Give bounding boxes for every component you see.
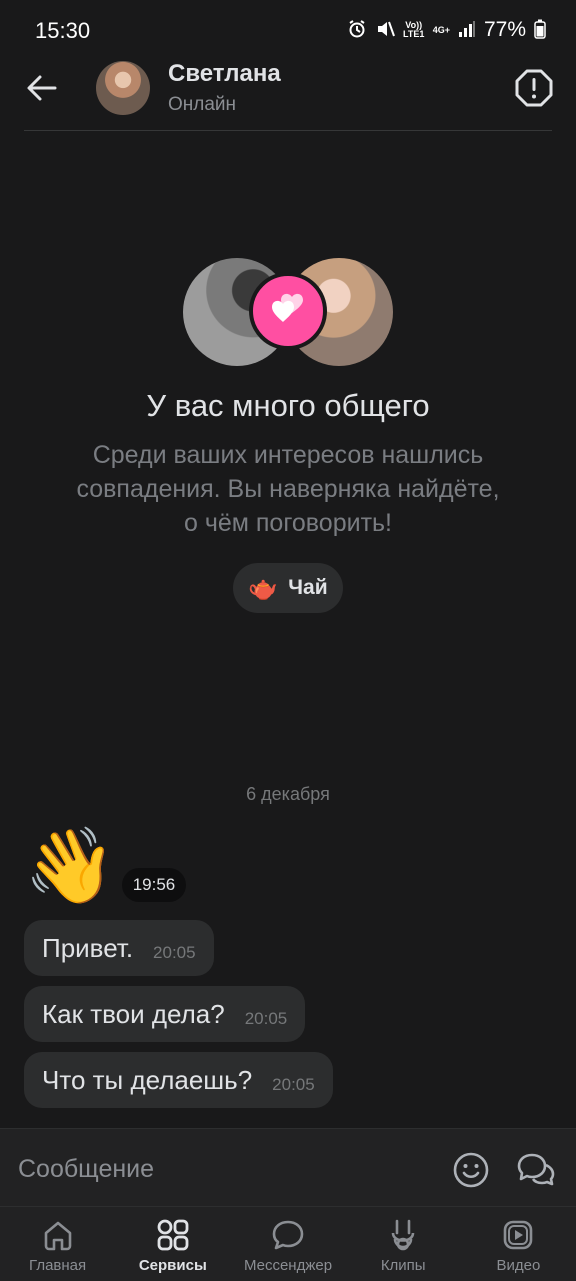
signal-icon <box>458 20 476 41</box>
services-icon <box>157 1219 189 1251</box>
message-time: 20:05 <box>244 1009 288 1028</box>
hearts-icon <box>249 272 327 350</box>
interest-chip-tea[interactable]: 🫖 Чай <box>233 563 343 613</box>
chat-bubbles-icon <box>517 1153 555 1186</box>
mute-icon <box>375 19 395 42</box>
tab-label: Клипы <box>380 1257 426 1274</box>
tab-label: Видео <box>496 1257 541 1274</box>
video-icon <box>504 1220 533 1250</box>
emoji-button[interactable] <box>452 1151 490 1189</box>
tab-messenger[interactable]: Мессенджер <box>230 1207 345 1281</box>
report-button[interactable] <box>514 68 554 108</box>
tab-video[interactable]: Видео <box>461 1207 576 1281</box>
message-text: Что ты делаешь? <box>42 1064 253 1095</box>
conversation-button[interactable] <box>516 1151 556 1189</box>
contact-avatar[interactable] <box>96 61 150 115</box>
date-separator: 6 декабря <box>246 784 330 804</box>
message-bubble[interactable]: Что ты делаешь? 20:05 <box>24 1052 333 1108</box>
status-time: 15:30 <box>35 18 91 43</box>
composer <box>0 1128 576 1207</box>
battery-icon <box>534 19 546 42</box>
alarm-icon <box>347 19 367 42</box>
header-divider <box>24 130 552 131</box>
tab-label: Сервисы <box>138 1257 207 1274</box>
tab-label: Мессенджер <box>243 1257 333 1274</box>
tab-services[interactable]: Сервисы <box>115 1207 230 1281</box>
messenger-icon <box>272 1220 304 1250</box>
sticker-time: 19:56 <box>122 868 186 902</box>
warning-octagon-icon <box>515 69 553 107</box>
battery-percent: 77% <box>483 18 526 41</box>
status-icons: Vo)) LTE1 4G+ 77% <box>347 18 546 42</box>
message-time: 20:05 <box>153 943 196 962</box>
match-subtitle: Среди ваших интересов нашлись совпадения… <box>76 441 500 537</box>
message-time: 20:05 <box>272 1075 315 1094</box>
arrow-left-icon <box>27 75 57 101</box>
contact-name[interactable]: Светлана <box>168 60 281 88</box>
chat-header: Светлана Онлайн <box>0 52 576 130</box>
message-input[interactable] <box>18 1151 398 1187</box>
tab-home[interactable]: Главная <box>0 1207 115 1281</box>
smile-icon <box>453 1152 489 1188</box>
message-text: Привет. <box>42 932 134 963</box>
message-text: Как твои дела? <box>42 998 225 1029</box>
tab-clips[interactable]: Клипы <box>346 1207 461 1281</box>
match-title: У вас много общего <box>146 388 430 423</box>
back-button[interactable] <box>22 68 62 108</box>
tab-label: Главная <box>29 1257 87 1274</box>
network-type: 4G+ <box>432 24 450 35</box>
home-icon <box>44 1221 71 1251</box>
message-bubble[interactable]: Привет. 20:05 <box>24 920 214 976</box>
wave-sticker[interactable]: 👋 <box>24 823 116 909</box>
match-avatars <box>183 258 393 368</box>
teapot-icon: 🫖 <box>248 574 279 602</box>
volte-indicator: Vo)) LTE1 <box>403 20 425 39</box>
bottom-tab-bar: Главная Сервисы Мессенджер Клипы Видео <box>0 1206 576 1281</box>
interest-chip-label: Чай <box>288 576 328 599</box>
message-bubble[interactable]: Как твои дела? 20:05 <box>24 986 306 1042</box>
status-bar: 15:30 Vo)) LTE1 4G+ 77% <box>0 0 576 60</box>
clips-icon <box>391 1219 415 1251</box>
contact-status: Онлайн <box>168 94 237 115</box>
